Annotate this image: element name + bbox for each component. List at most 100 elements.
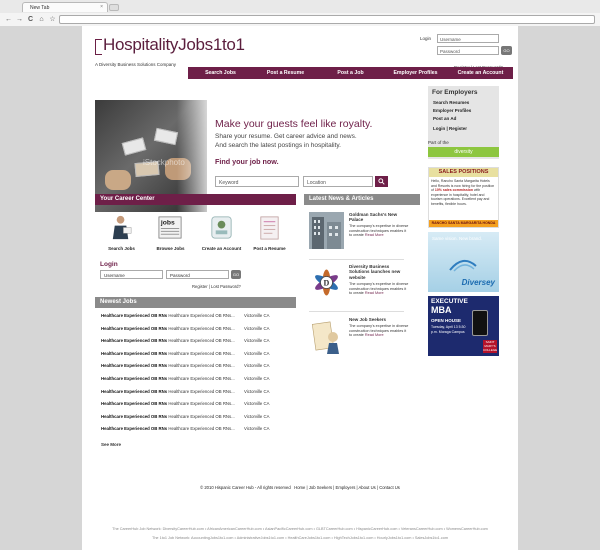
job-title[interactable]: Healthcare Experienced OB RNs [101,338,167,343]
footer-job-seekers[interactable]: Job Seekers [309,485,332,490]
nav-employer-profiles[interactable]: Employer Profiles [383,67,448,79]
job-title[interactable]: Healthcare Experienced OB RNs [101,326,167,331]
footer-home[interactable]: Home [294,485,305,490]
diversey-tagline: Same vision. New brand. [432,236,483,241]
job-location: Victorville CA [244,413,270,419]
mba-school: SAINT MARY'S COLLEGE [483,340,498,353]
job-location: Victorville CA [244,401,270,407]
job-subtitle: Healthcare Experienced OB RNs... [168,426,235,432]
new-tab-button[interactable] [109,4,119,11]
employer-profiles-link[interactable]: Employer Profiles [433,108,471,113]
login-links: Register | Lost Password? [192,284,241,289]
back-icon[interactable]: ← [4,15,13,24]
read-more-link[interactable]: Read More [365,291,384,295]
logo-bracket [95,39,102,55]
search-icon [378,178,385,185]
login-register-link[interactable]: Register [192,284,208,289]
employers-title: For Employers [432,89,478,96]
star-icon[interactable]: ☆ [48,15,57,24]
job-title[interactable]: Healthcare Experienced OB RNs [101,401,167,406]
nav-post-resume[interactable]: Post a Resume [253,67,318,79]
job-title[interactable]: Healthcare Experienced OB RNs [101,376,167,381]
login-lost-password-link[interactable]: Lost Password? [211,284,241,289]
browser-tab[interactable]: New Tab × [22,2,108,12]
resume-icon [260,216,279,240]
employer-post-ad[interactable]: Post an Ad [433,116,456,121]
job-row[interactable]: Healthcare Experienced OB RNs Healthcare… [101,351,291,359]
login-password-input[interactable]: Password [166,270,229,279]
footer-links: © 2010 Hispanic Career Hub - All rights … [200,485,400,490]
forward-icon[interactable]: → [15,15,24,24]
employer-search-resumes[interactable]: Search Resumes [433,100,469,105]
footer-employers[interactable]: Employers [336,485,356,490]
mba-open-house: OPEN HOUSE [431,318,462,323]
job-row[interactable]: Healthcare Experienced OB RNs Healthcare… [101,363,291,371]
tab-title: New Tab [30,5,50,11]
career-search-jobs[interactable]: Search Jobs [99,214,144,251]
mba-ad[interactable]: EXECUTIVE MBA OPEN HOUSE Tuesday, April 1… [428,296,499,356]
header-password-input[interactable]: Password [437,46,499,55]
job-row[interactable]: Healthcare Experienced OB RNs Healthcare… [101,426,291,434]
news-title[interactable]: Goldman Sachs's New Palace [349,212,409,223]
news-desc: The company's expertise in diverse const… [349,224,409,238]
news-item[interactable]: New Job Seekers The company's expertise … [309,317,409,357]
nav-search-jobs[interactable]: Search Jobs [188,67,253,79]
job-title[interactable]: Healthcare Experienced OB RNs [101,351,167,356]
site-logo[interactable]: HospitalityJobs1to1 [95,35,245,55]
job-title[interactable]: Healthcare Experienced OB RNs [101,313,167,318]
reload-icon[interactable]: C [26,15,35,24]
job-row[interactable]: Healthcare Experienced OB RNs Healthcare… [101,414,291,422]
job-title[interactable]: Healthcare Experienced OB RNs [101,363,167,368]
location-input[interactable]: Location [303,176,373,187]
close-icon[interactable]: × [100,4,103,10]
url-bar[interactable] [59,15,595,24]
copyright: © 2010 Hispanic Career Hub - All rights … [200,485,291,490]
sales-ad-body: Hello, Rancho Santa Margarita Hotels and… [431,179,495,206]
employer-login-links: Login | Register [433,126,468,131]
main-nav: Search Jobs Post a Resume Post a Job Emp… [188,67,513,79]
job-subtitle: Healthcare Experienced OB RNs... [168,313,235,318]
header-username-input[interactable]: Username [437,34,499,43]
news-item[interactable]: Goldman Sachs's New Palace The company's… [309,212,409,252]
employer-login[interactable]: Login [433,126,445,131]
job-title[interactable]: Healthcare Experienced OB RNs [101,389,167,394]
career-create-account[interactable]: Create an Account [199,214,244,251]
employer-register[interactable]: Register [449,126,467,131]
job-row[interactable]: Healthcare Experienced OB RNs Healthcare… [101,401,291,409]
news-title[interactable]: Diversity Business Solutions launches ne… [349,264,409,280]
footer-about-us[interactable]: About Us [359,485,376,490]
job-location: Victorville CA [244,313,270,318]
home-icon[interactable]: ⌂ [37,15,46,24]
see-more-link[interactable]: See More [101,442,121,447]
hero-headline: Make your guests feel like royalty. [215,118,373,130]
diversity-logo-thumbnail: D [309,264,344,301]
search-button[interactable] [375,176,388,187]
keyword-input[interactable]: Keyword [215,176,299,187]
sales-ad[interactable]: SALES POSITIONS Hello, Rancho Santa Marg… [428,167,499,228]
job-row[interactable]: Healthcare Experienced OB RNs Healthcare… [101,313,291,321]
nav-post-job[interactable]: Post a Job [318,67,383,79]
career-browse-jobs[interactable]: jobs Browse Jobs [148,214,193,251]
job-row[interactable]: Healthcare Experienced OB RNs Healthcare… [101,376,291,384]
diversey-ad[interactable]: Same vision. New brand. Diversey [428,232,499,292]
account-icon [211,216,232,239]
diversity-network-logo[interactable]: diversity [428,147,499,157]
job-row[interactable]: Healthcare Experienced OB RNs Healthcare… [101,326,291,334]
read-more-link[interactable]: Read More [365,333,384,337]
footer-contact-us[interactable]: Contact Us [379,485,400,490]
login-username-input[interactable]: Username [100,270,163,279]
news-title[interactable]: New Job Seekers [349,317,409,322]
job-subtitle: Healthcare Experienced OB RNs... [168,376,235,381]
career-post-resume[interactable]: Post a Resume [247,214,292,251]
job-title[interactable]: Healthcare Experienced OB RNs [101,426,167,431]
job-row[interactable]: Healthcare Experienced OB RNs Healthcare… [101,389,291,397]
login-go-button[interactable]: GO [231,270,241,279]
read-more-link[interactable]: Read More [365,233,384,237]
job-title[interactable]: Healthcare Experienced OB RNs [101,414,167,419]
nav-create-account[interactable]: Create an Account [448,67,513,79]
header-go-button[interactable]: GO [501,46,512,55]
news-item[interactable]: D Diversity Business Solutions launches … [309,264,409,304]
job-row[interactable]: Healthcare Experienced OB RNs Healthcare… [101,338,291,346]
newest-jobs-header: Newest Jobs [95,297,296,308]
newspaper-icon: jobs [158,216,182,239]
